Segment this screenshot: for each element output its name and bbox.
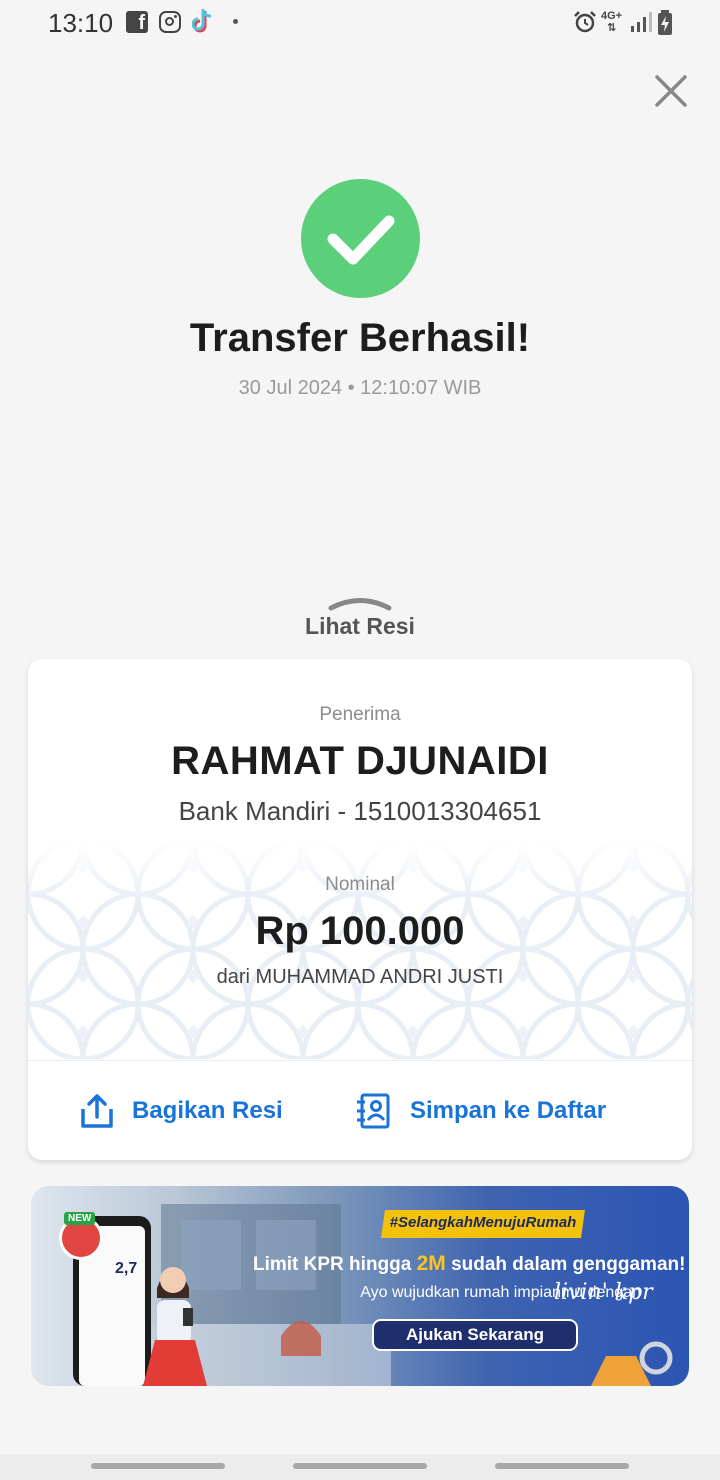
chevron-up-icon [328,598,392,611]
receipt-card: Penerima RAHMAT DJUNAIDI Bank Mandiri - … [28,659,692,1160]
share-icon [81,1094,113,1128]
status-time: 13:10 [48,8,114,38]
new-badge: NEW [64,1212,96,1225]
woman-illustration [143,1267,207,1386]
livin-kpr-logo: livin' kpr [554,1280,653,1305]
promo-banner[interactable]: NEW 2,7 #SelangkahMenujuRumah Limit KPR … [31,1186,689,1386]
share-receipt-button[interactable]: Bagikan Resi [80,1091,283,1131]
page-title: Transfer Berhasil! [189,316,531,360]
card-divider [28,1060,692,1061]
signal-icon [631,12,652,32]
notification-dot-icon [233,19,238,24]
check-circle-icon [301,179,420,298]
promo-headline: Limit KPR hingga 2M sudah dalam genggama… [253,1252,686,1275]
nav-back-button[interactable] [495,1463,629,1469]
alarm-icon [574,11,596,33]
view-receipt-toggle[interactable]: Lihat Resi [260,595,460,645]
sender-name: dari MUHAMMAD ANDRI JUSTI [216,966,504,988]
battery-charging-icon [658,10,672,35]
view-receipt-label: Lihat Resi [305,613,415,639]
nav-home-button[interactable] [293,1463,427,1469]
recipient-label: Penerima [319,704,401,725]
tiktok-icon [192,9,212,33]
recipient-name: RAHMAT DJUNAIDI [171,739,549,783]
close-icon [655,75,687,107]
amount-label: Nominal [325,874,395,895]
apply-now-button[interactable]: Ajukan Sekarang [372,1319,578,1351]
transaction-timestamp: 30 Jul 2024 • 12:10:07 WIB [238,377,482,399]
instagram-icon [159,11,181,33]
network-label: 4G+ ⇅ [601,10,623,34]
share-receipt-label: Bagikan Resi [132,1097,283,1124]
facebook-icon: f [126,11,148,33]
save-to-list-label: Simpan ke Daftar [410,1097,607,1124]
transfer-amount: Rp 100.000 [255,909,465,953]
recipient-bank-account: Bank Mandiri - 1510013304651 [178,796,542,826]
save-to-list-button[interactable]: Simpan ke Daftar [356,1091,606,1131]
close-button[interactable] [652,72,690,110]
add-contact-icon [357,1093,390,1129]
nav-recents-button[interactable] [91,1463,225,1469]
status-bar: 13:10 f 4G+ ⇅ [0,0,720,46]
promo-hashtag: #SelangkahMenujuRumah [389,1214,577,1231]
